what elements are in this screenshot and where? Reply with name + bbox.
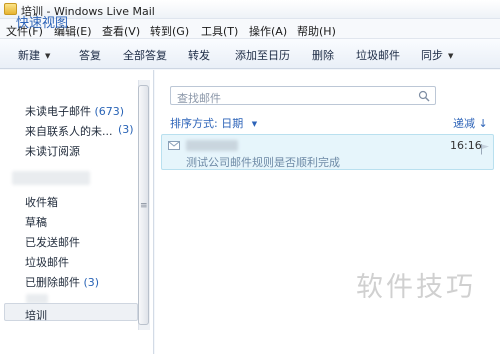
menu-view[interactable]: 查看(V): [102, 23, 140, 39]
quick-view-unread-email[interactable]: 未读电子邮件 (673): [25, 103, 124, 119]
message-list-pane: [155, 70, 500, 354]
menu-bar: 文件(F) 编辑(E) 查看(V) 转到(G) 工具(T) 操作(A) 帮助(H…: [0, 19, 500, 39]
grip-icon: ≡: [140, 201, 148, 211]
new-button[interactable]: 新建 ▼: [18, 47, 50, 63]
menu-go[interactable]: 转到(G): [150, 23, 189, 39]
new-label: 新建: [18, 49, 40, 62]
message-time: 16:16: [450, 139, 482, 152]
search-input[interactable]: 查找邮件: [170, 86, 436, 105]
unread-email-count: (673): [94, 105, 125, 118]
deleted-count: (3): [83, 276, 100, 289]
forward-button[interactable]: 转发: [188, 47, 210, 63]
delete-button[interactable]: 删除: [312, 47, 334, 63]
sort-direction-toggle[interactable]: 递减 ↓: [453, 115, 488, 131]
sort-by-dropdown[interactable]: 排序方式: 日期 ▼: [170, 115, 257, 131]
title-bar: 培训 - Windows Live Mail: [0, 0, 500, 19]
toolbar: 新建 ▼ 答复 全部答复 转发 添加至日历 删除 垃圾邮件 同步 ▼: [0, 39, 500, 69]
junk-button[interactable]: 垃圾邮件: [356, 47, 400, 63]
unread-contacts-count: (3): [118, 123, 134, 136]
chevron-down-icon[interactable]: ▼: [448, 52, 453, 60]
folder-deleted[interactable]: 已删除邮件 (3): [25, 274, 99, 290]
folder-drafts[interactable]: 草稿: [25, 214, 47, 230]
search-placeholder: 查找邮件: [177, 92, 221, 105]
folder-sent[interactable]: 已发送邮件: [25, 234, 80, 250]
flag-icon[interactable]: [480, 143, 490, 155]
chevron-down-icon: ▼: [251, 120, 258, 128]
quick-views-title[interactable]: 快速视图: [16, 12, 68, 31]
redacted-sender: [186, 140, 238, 151]
folder-inbox[interactable]: 收件箱: [25, 194, 58, 210]
deleted-label: 已删除邮件: [25, 276, 80, 289]
reply-button[interactable]: 答复: [79, 47, 101, 63]
unread-contacts-label: 来自联系人的未...: [25, 125, 113, 138]
chevron-down-icon[interactable]: ▼: [45, 52, 50, 60]
quick-view-unread-feeds[interactable]: 未读订阅源: [25, 143, 80, 159]
arrow-down-icon: ↓: [478, 117, 488, 130]
menu-help[interactable]: 帮助(H): [297, 23, 336, 39]
sort-direction-label: 递减: [453, 117, 475, 130]
folder-training[interactable]: 培训: [4, 303, 138, 322]
sync-label: 同步: [421, 49, 443, 62]
message-row[interactable]: 16:16 测试公司邮件规则是否顺利完成: [161, 134, 494, 170]
sort-label: 排序方式: 日期: [170, 117, 244, 130]
envelope-icon: [168, 141, 180, 150]
message-subject: 测试公司邮件规则是否顺利完成: [186, 156, 340, 169]
watermark: 软件技巧: [356, 272, 476, 303]
training-label: 培训: [25, 309, 47, 322]
folder-junk[interactable]: 垃圾邮件: [25, 254, 69, 270]
search-icon[interactable]: [418, 90, 430, 102]
unread-email-label: 未读电子邮件: [25, 105, 91, 118]
reply-all-button[interactable]: 全部答复: [123, 47, 167, 63]
menu-tools[interactable]: 工具(T): [201, 23, 238, 39]
sync-button[interactable]: 同步 ▼: [421, 47, 453, 63]
menu-actions[interactable]: 操作(A): [249, 23, 287, 39]
quick-view-unread-contacts[interactable]: 来自联系人的未...: [25, 123, 113, 139]
redacted-account-name: [12, 171, 90, 185]
add-to-calendar-button[interactable]: 添加至日历: [235, 47, 290, 63]
